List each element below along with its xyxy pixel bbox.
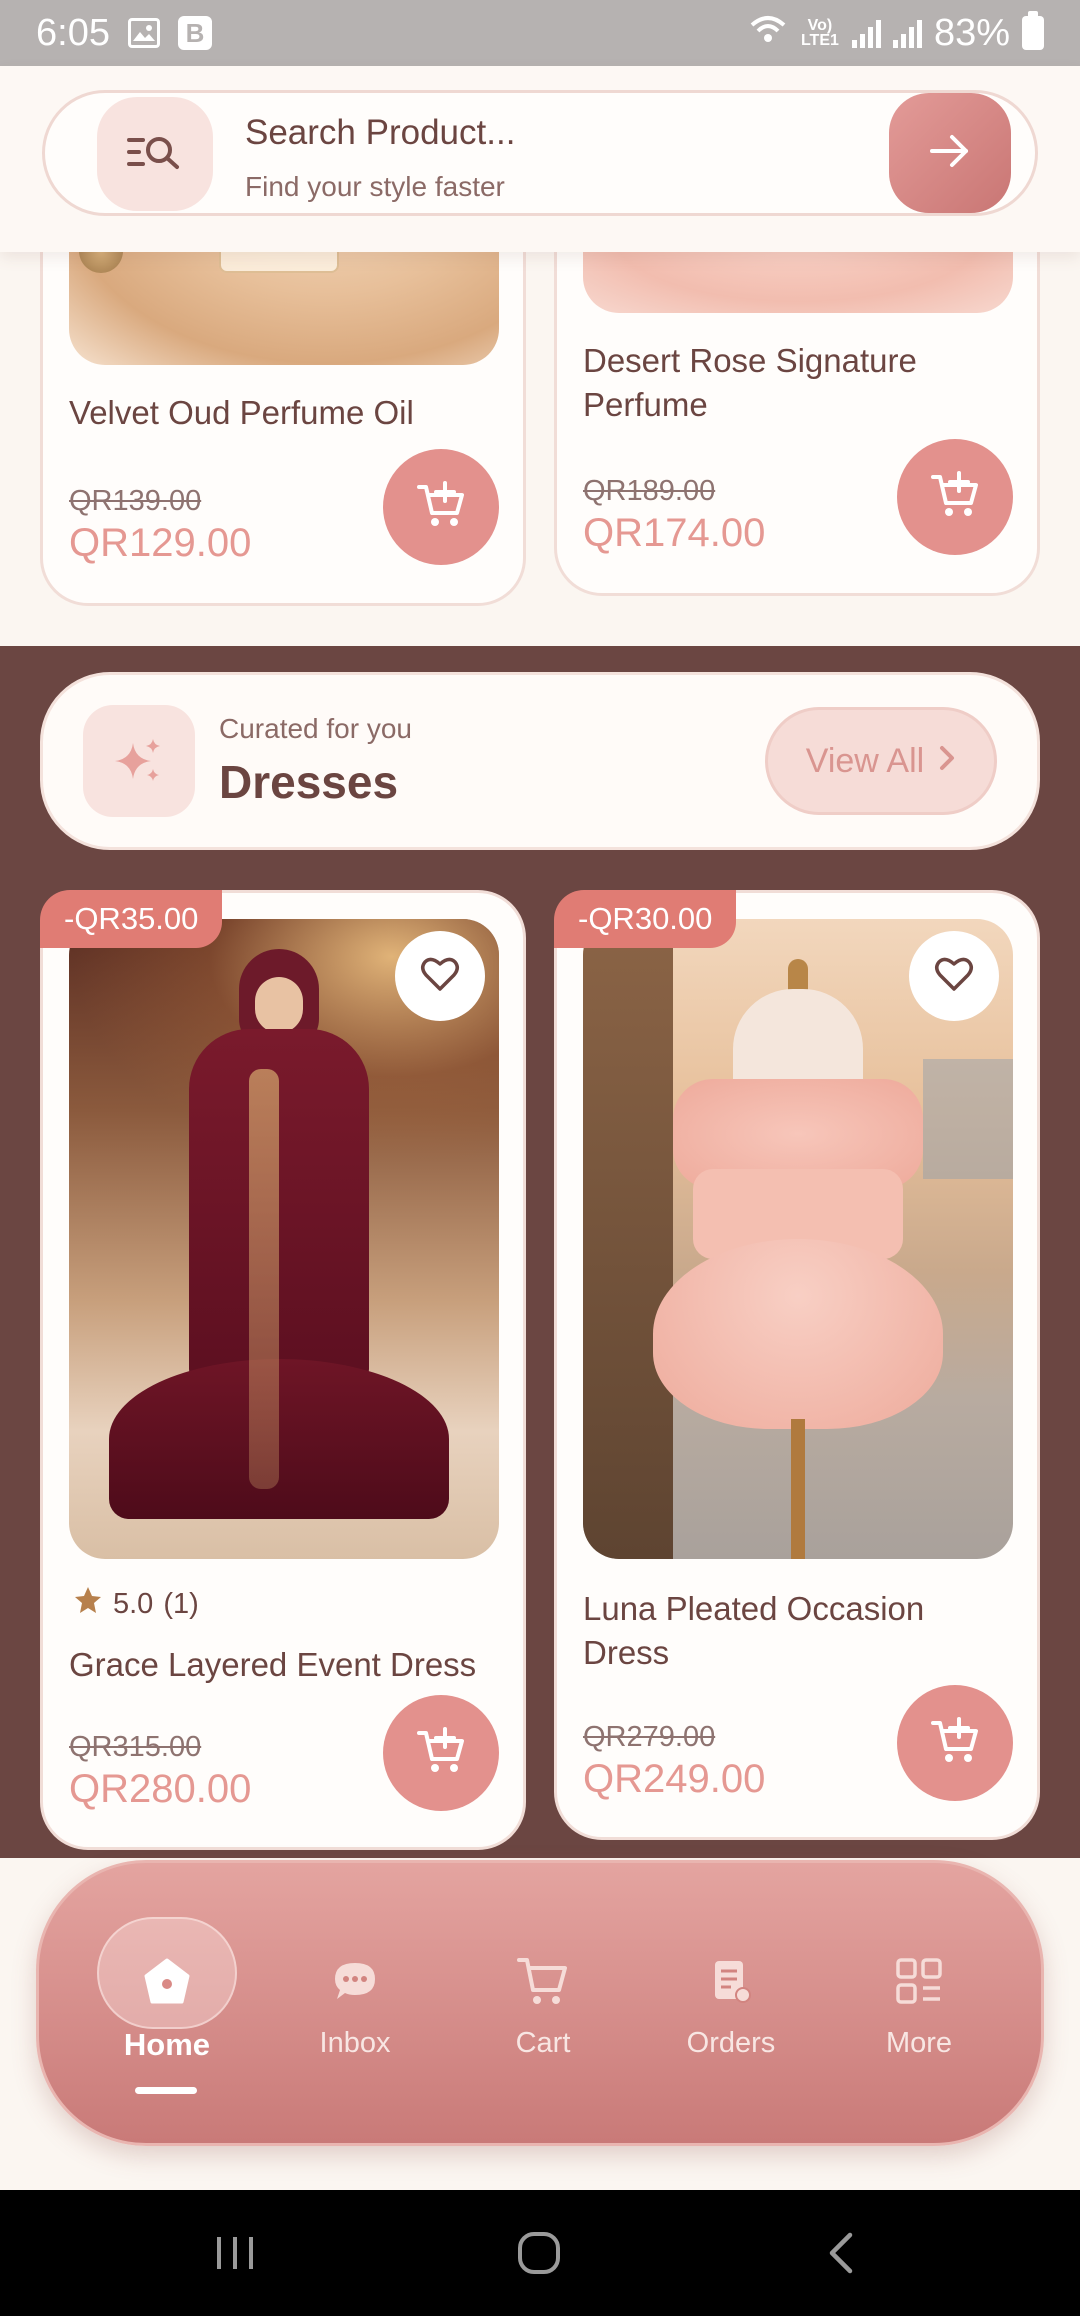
section-header: Curated for you Dresses View All <box>40 672 1040 850</box>
grid-icon <box>887 1949 951 2013</box>
discount-badge: -QR35.00 <box>40 890 223 948</box>
add-cart-icon <box>929 1715 981 1772</box>
recent-apps-button[interactable] <box>200 2190 270 2316</box>
signal-icon <box>851 18 881 48</box>
view-all-button[interactable]: View All <box>765 707 997 815</box>
chat-icon <box>323 1949 387 2013</box>
star-icon <box>73 1585 103 1623</box>
product-old-price: QR279.00 <box>583 1721 716 1753</box>
product-price: QR249.00 <box>583 1757 766 1801</box>
search-hint: Find your style faster <box>245 171 505 202</box>
product-price: QR174.00 <box>583 511 766 555</box>
product-old-price: QR139.00 <box>69 485 202 517</box>
product-name: Luna Pleated Occasion Dress <box>583 1590 925 1671</box>
wishlist-button[interactable] <box>395 931 485 1021</box>
nav-active-underline <box>135 2087 197 2094</box>
back-button[interactable] <box>806 2190 876 2316</box>
heart-icon <box>420 956 460 997</box>
gallery-notification-icon <box>127 18 160 48</box>
search-list-icon <box>127 132 183 177</box>
view-all-label: View All <box>805 741 925 780</box>
search-input[interactable]: Search Product... <box>245 113 515 153</box>
battery-icon <box>1022 11 1044 50</box>
section-kicker: Curated for you <box>219 713 412 744</box>
wifi-icon <box>748 12 788 55</box>
rating: 5.0 (1) <box>73 1585 199 1623</box>
rating-value: 5.0 <box>113 1587 154 1620</box>
search-bar[interactable]: Search Product... Find your style faster <box>42 90 1038 216</box>
product-price: QR280.00 <box>69 1767 252 1811</box>
add-cart-icon <box>415 1725 467 1782</box>
sparkle-icon <box>83 705 195 817</box>
battery-percent: 83% <box>933 11 1010 54</box>
product-name: Desert Rose Signature Perfume <box>583 342 917 423</box>
add-to-cart-button[interactable] <box>383 449 499 565</box>
nav-label: Inbox <box>319 2027 391 2059</box>
nav-item-inbox[interactable]: Inbox <box>261 1863 449 2149</box>
product-name: Velvet Oud Perfume Oil <box>69 394 414 431</box>
search-submit-button[interactable] <box>889 93 1011 213</box>
search-header: Search Product... Find your style faster <box>0 66 1080 252</box>
rating-count: (1) <box>163 1587 199 1620</box>
product-card[interactable]: -QR35.00 5.0 (1) Grace Layered Event Dre… <box>40 890 526 1850</box>
home-button[interactable] <box>504 2190 574 2316</box>
add-cart-icon <box>929 469 981 526</box>
product-card[interactable]: -QR30.00 Luna Pleated Occasion Dress QR2… <box>554 890 1040 1840</box>
product-old-price: QR189.00 <box>583 475 716 507</box>
product-old-price: QR315.00 <box>69 1731 202 1763</box>
status-time: 6:05 <box>36 11 110 54</box>
section-title: Dresses <box>219 756 399 808</box>
nav-label: More <box>885 2027 953 2059</box>
add-cart-icon <box>415 479 467 536</box>
add-to-cart-button[interactable] <box>897 439 1013 555</box>
system-nav-bar <box>0 2190 1080 2316</box>
nav-label: Orders <box>686 2027 776 2059</box>
product-name: Grace Layered Event Dress <box>69 1646 477 1683</box>
network-label: Vo) LTE1 <box>800 17 839 49</box>
bottom-nav: Home Inbox Cart Orders More <box>36 1860 1044 2146</box>
signal-icon-2 <box>892 18 922 48</box>
search-filter-button[interactable] <box>97 97 213 211</box>
wishlist-button[interactable] <box>909 931 999 1021</box>
nav-item-home[interactable]: Home <box>73 1863 261 2149</box>
nav-item-more[interactable]: More <box>825 1863 1013 2149</box>
nav-item-cart[interactable]: Cart <box>449 1863 637 2149</box>
orders-icon <box>699 1949 763 2013</box>
home-icon <box>135 1949 199 2013</box>
product-price: QR129.00 <box>69 521 252 565</box>
cart-icon <box>511 1949 575 2013</box>
discount-badge: -QR30.00 <box>554 890 737 948</box>
b-notification-icon: B <box>177 16 212 50</box>
heart-icon <box>934 956 974 997</box>
status-bar: 6:05 B Vo) LTE1 83% <box>0 0 1080 66</box>
add-to-cart-button[interactable] <box>383 1695 499 1811</box>
add-to-cart-button[interactable] <box>897 1685 1013 1801</box>
chevron-right-icon <box>938 742 956 781</box>
nav-label: Cart <box>515 2027 571 2059</box>
nav-label: Home <box>123 2027 211 2062</box>
nav-item-orders[interactable]: Orders <box>637 1863 825 2149</box>
arrow-right-icon <box>928 131 972 176</box>
